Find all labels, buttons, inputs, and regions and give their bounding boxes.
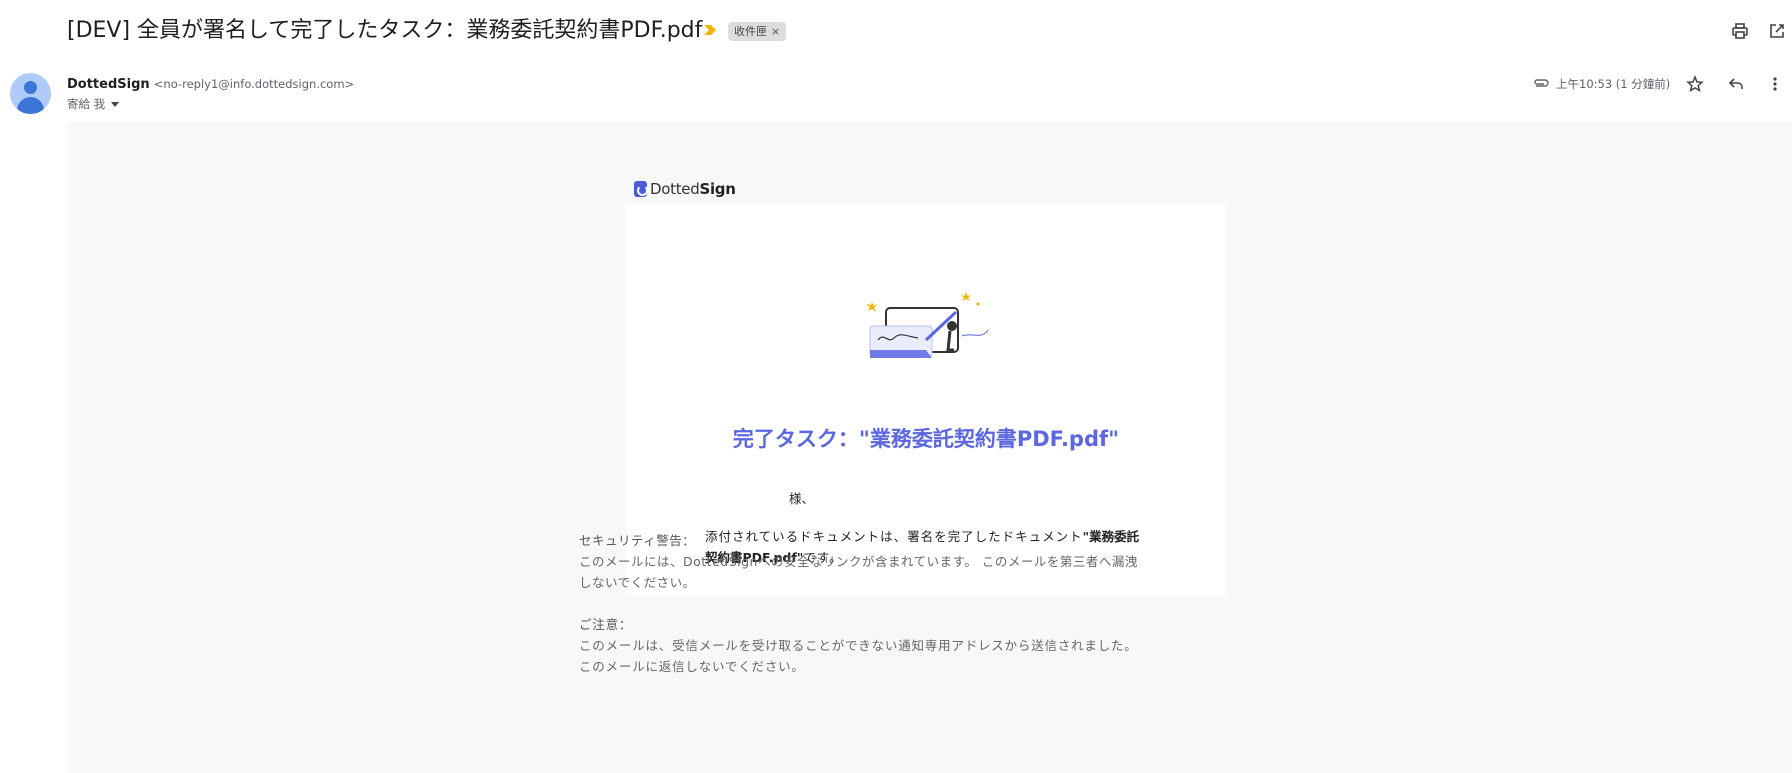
sender-line: DottedSign <no-reply1@info.dottedsign.co… <box>67 75 354 94</box>
sender-name[interactable]: DottedSign <box>67 77 150 92</box>
sender-avatar[interactable] <box>10 73 51 114</box>
inbox-label-text: 收件匣 <box>734 25 767 38</box>
brand-text: DottedSign <box>650 180 736 198</box>
avatar-body-shape <box>17 97 44 114</box>
sender-email: <no-reply1@info.dottedsign.com> <box>153 77 355 91</box>
print-icon[interactable] <box>1729 20 1751 42</box>
importance-marker-icon[interactable] <box>703 23 717 37</box>
chevron-down-icon[interactable] <box>111 102 120 107</box>
dottedsign-logo-icon <box>634 181 648 197</box>
email-body: DottedSign 完了タスク："業務委託契約書PDF.pdf" 様、 添付さ… <box>67 122 1792 773</box>
attachment-icon <box>1532 76 1550 90</box>
avatar-head-shape <box>24 81 37 94</box>
inbox-label-chip[interactable]: 收件匣 × <box>728 22 787 41</box>
security-warning: セキュリティ警告： このメールには、DottedSignへの安全なリンクが含まれ… <box>579 530 1139 593</box>
brand-text-bold: Sign <box>699 180 736 198</box>
reply-icon[interactable] <box>1725 74 1747 94</box>
recipient-dropdown[interactable]: 寄給 我 <box>67 96 120 112</box>
notice-section: ご注意： このメールは、受信メールを受け取ることができない通知専用アドレスから送… <box>579 614 1139 677</box>
security-heading: セキュリティ警告： <box>579 533 696 548</box>
dottedsign-logo: DottedSign <box>634 180 736 198</box>
subject-row: [DEV] 全員が署名して完了したタスク：業務委託契約書PDF.pdf 收件匣 × <box>0 0 1792 64</box>
email-subject: [DEV] 全員が署名して完了したタスク：業務委託契約書PDF.pdf <box>67 18 703 43</box>
signing-illustration <box>866 292 994 364</box>
star-icon[interactable] <box>1684 74 1706 94</box>
greeting-text: 様、 <box>789 491 815 506</box>
brand-text-light: Dotted <box>650 180 700 198</box>
remove-label-button[interactable]: × <box>771 25 780 38</box>
more-vert-icon[interactable] <box>1764 74 1786 94</box>
notice-line-1: このメールは、受信メールを受け取ることができない通知専用アドレスから送信されまし… <box>579 638 1138 653</box>
email-timestamp: 上午10:53 (1 分鐘前) <box>1556 77 1671 91</box>
task-title: 完了タスク："業務委託契約書PDF.pdf" <box>732 427 1120 451</box>
open-in-new-window-icon[interactable] <box>1766 20 1788 42</box>
notice-heading: ご注意： <box>579 617 633 632</box>
recipient-text: 寄給 我 <box>67 97 106 111</box>
security-text: このメールには、DottedSignへの安全なリンクが含まれています。 このメー… <box>579 554 1138 590</box>
notice-line-2: このメールに返信しないでください。 <box>579 659 805 674</box>
